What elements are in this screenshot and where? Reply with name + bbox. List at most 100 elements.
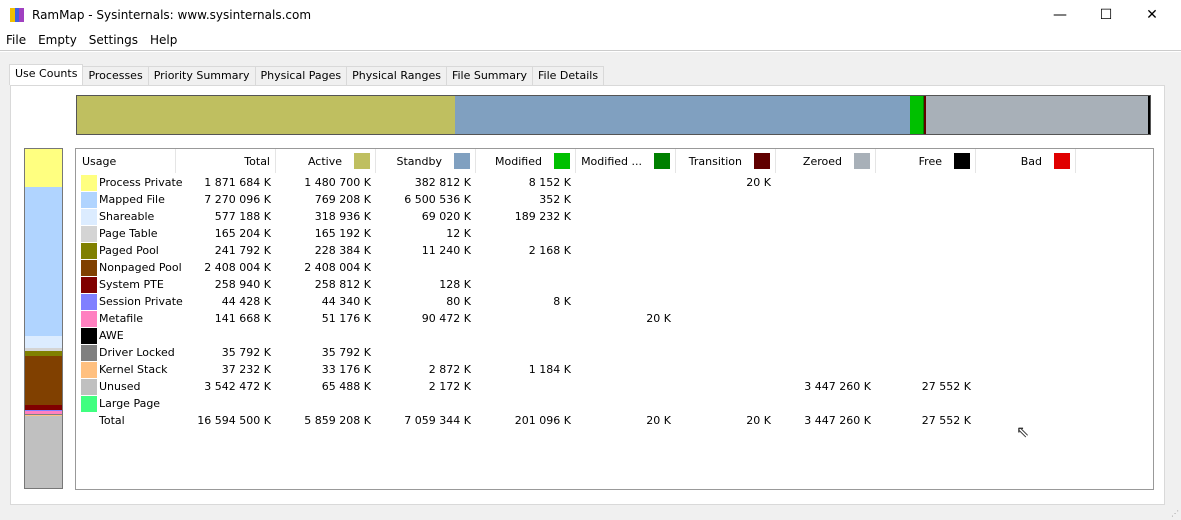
table-cell — [776, 395, 876, 412]
legend-swatch — [554, 153, 570, 169]
table-cell — [676, 293, 776, 310]
table-cell — [676, 344, 776, 361]
column-header-total[interactable]: Total — [176, 149, 276, 173]
tab-strip: Use Counts Processes Priority Summary Ph… — [9, 64, 605, 85]
table-cell — [576, 344, 676, 361]
table-cell — [976, 327, 1076, 344]
tab-physical-pages[interactable]: Physical Pages — [254, 66, 348, 85]
table-cell: 37 232 K — [221, 363, 271, 376]
maximize-button[interactable]: ☐ — [1083, 0, 1129, 31]
table-cell — [876, 395, 976, 412]
usage-label: Driver Locked — [81, 344, 175, 361]
table-cell — [876, 208, 976, 225]
table-cell — [776, 174, 876, 191]
column-header-modified[interactable]: Modified — [476, 149, 576, 173]
table-cell — [676, 191, 776, 208]
usage-label: Unused — [81, 378, 140, 395]
usage-breakdown-bar — [24, 148, 63, 489]
usage-name: Total — [99, 414, 125, 427]
usage-color-swatch — [81, 344, 97, 361]
table-cell: 2 408 004 K — [304, 261, 371, 274]
table-cell — [576, 191, 676, 208]
usage-label: AWE — [81, 327, 124, 344]
tab-use-counts[interactable]: Use Counts — [9, 64, 84, 85]
summary-segment-standby — [454, 96, 910, 134]
tab-processes[interactable]: Processes — [82, 66, 149, 85]
table-cell — [276, 395, 376, 412]
usage-segment-shareable — [25, 335, 62, 348]
usage-name: Paged Pool — [99, 244, 159, 257]
usage-name: System PTE — [99, 278, 164, 291]
usage-name: Large Page — [99, 397, 161, 410]
table-cell: 141 668 K — [214, 312, 271, 325]
table-cell — [776, 327, 876, 344]
table-cell — [976, 361, 1076, 378]
table-cell — [976, 344, 1076, 361]
menu-settings[interactable]: Settings — [83, 31, 144, 50]
table-cell: 8 K — [553, 295, 571, 308]
table-cell — [576, 225, 676, 242]
column-header-transition[interactable]: Transition — [676, 149, 776, 173]
column-header-bad[interactable]: Bad — [976, 149, 1076, 173]
usage-name: Unused — [99, 380, 141, 393]
summary-segment-active — [77, 96, 455, 134]
table-cell: 769 208 K — [314, 193, 371, 206]
window-title: RamMap - Sysinternals: www.sysinternals.… — [32, 8, 312, 22]
column-header-modified[interactable]: Modified ... — [576, 149, 676, 173]
table-cell: 1 184 K — [528, 363, 571, 376]
table-cell: 165 204 K — [214, 227, 271, 240]
table-cell — [576, 361, 676, 378]
usage-name: Driver Locked — [99, 346, 175, 359]
table-cell: 20 K — [646, 414, 671, 427]
table-cell — [976, 225, 1076, 242]
column-header-label: Zeroed — [802, 154, 842, 168]
column-header-standby[interactable]: Standby — [376, 149, 476, 173]
column-header-free[interactable]: Free — [876, 149, 976, 173]
table-cell: 11 240 K — [421, 244, 471, 257]
tab-file-summary[interactable]: File Summary — [445, 66, 534, 85]
table-cell — [476, 310, 576, 327]
column-header-usage[interactable]: Usage — [76, 149, 176, 173]
table-cell — [376, 327, 476, 344]
tab-priority-summary[interactable]: Priority Summary — [147, 66, 256, 85]
tab-file-details[interactable]: File Details — [532, 66, 605, 85]
column-header-active[interactable]: Active — [276, 149, 376, 173]
usage-label: Page Table — [81, 225, 158, 242]
table-cell: 20 K — [746, 414, 771, 427]
legend-swatch — [454, 153, 470, 169]
table-cell — [476, 378, 576, 395]
close-button[interactable]: ✕ — [1129, 0, 1175, 31]
usage-color-swatch — [81, 378, 97, 395]
table-cell — [876, 293, 976, 310]
table-cell: 20 K — [646, 312, 671, 325]
minimize-button[interactable]: — — [1037, 0, 1083, 31]
usage-color-swatch — [81, 395, 97, 412]
table-cell — [776, 344, 876, 361]
menu-file[interactable]: File — [0, 31, 32, 50]
menu-bar: File Empty Settings Help — [0, 31, 1181, 51]
table-cell: 80 K — [446, 295, 471, 308]
table-cell: 258 940 K — [214, 278, 271, 291]
usage-label: Nonpaged Pool — [81, 259, 182, 276]
menu-help[interactable]: Help — [144, 31, 183, 50]
resize-grip-icon[interactable]: ⋰ — [1171, 509, 1179, 518]
table-cell — [876, 242, 976, 259]
table-cell — [476, 327, 576, 344]
table-cell — [676, 395, 776, 412]
menu-empty[interactable]: Empty — [32, 31, 83, 50]
tab-physical-ranges[interactable]: Physical Ranges — [346, 66, 447, 85]
table-cell — [476, 259, 576, 276]
table-cell — [676, 361, 776, 378]
table-cell — [676, 276, 776, 293]
table-cell: 318 936 K — [314, 210, 371, 223]
table-cell — [776, 293, 876, 310]
table-cell: 27 552 K — [921, 414, 971, 427]
table-cell: 258 812 K — [314, 278, 371, 291]
column-header-label: Usage — [82, 154, 117, 168]
table-cell — [876, 191, 976, 208]
table-cell — [676, 310, 776, 327]
table-cell: 165 192 K — [314, 227, 371, 240]
table-cell: 7 059 344 K — [404, 414, 471, 427]
column-header-zeroed[interactable]: Zeroed — [776, 149, 876, 173]
table-cell: 2 408 004 K — [204, 261, 271, 274]
